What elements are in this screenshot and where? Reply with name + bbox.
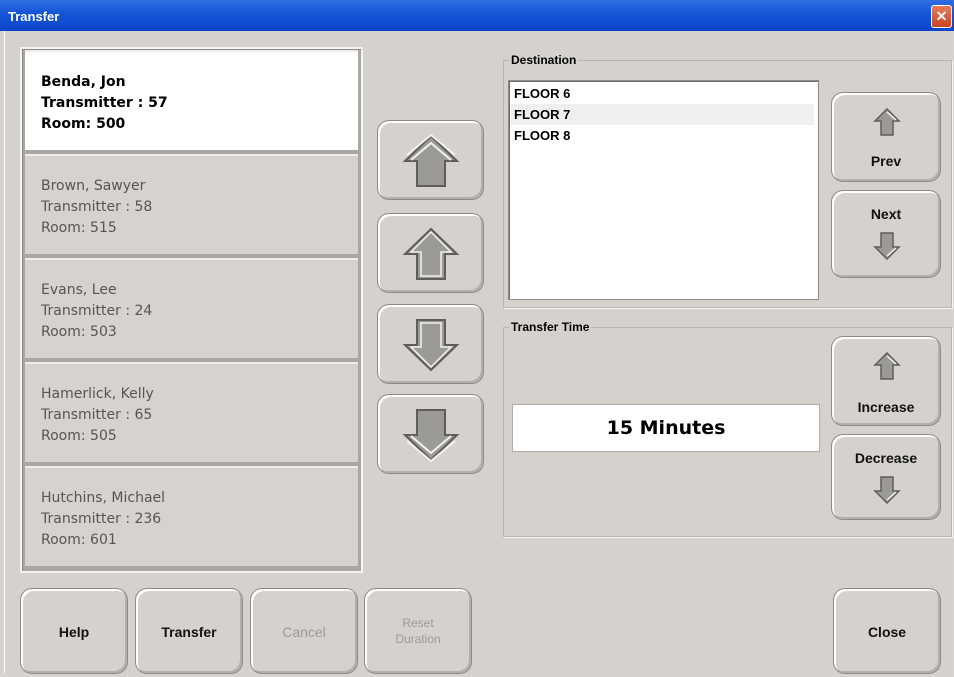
patient-name: Brown, Sawyer xyxy=(41,178,146,194)
down-button[interactable] xyxy=(377,304,484,384)
destination-item-selected[interactable]: FLOOR 7 xyxy=(511,104,814,125)
patient-room: Room: 503 xyxy=(41,324,117,340)
patient-transmitter: Transmitter : 236 xyxy=(41,511,162,527)
patient-item-evans[interactable]: Evans, Lee Transmitter : 24 Room: 503 xyxy=(25,258,358,358)
decrease-label: Decrease xyxy=(854,450,918,466)
patient-item-hutchins[interactable]: Hutchins, Michael Transmitter : 236 Room… xyxy=(25,466,358,566)
down-arrow-icon xyxy=(873,232,901,261)
double-down-arrow-icon xyxy=(402,409,459,463)
destination-title: Destination xyxy=(509,53,579,67)
double-up-arrow-icon xyxy=(402,133,459,187)
next-button[interactable]: Next xyxy=(831,190,941,278)
window-close-button[interactable]: ✕ xyxy=(931,5,952,28)
patient-list: Benda, Jon Transmitter : 57 Room: 500 Br… xyxy=(20,47,363,573)
patient-name: Benda, Jon xyxy=(41,74,126,90)
next-label: Next xyxy=(870,206,902,222)
reset-duration-label-line1: Reset xyxy=(402,616,434,630)
last-item-button[interactable] xyxy=(377,394,484,474)
cancel-button[interactable]: Cancel xyxy=(250,588,358,674)
patient-transmitter: Transmitter : 24 xyxy=(41,303,153,319)
patient-transmitter: Transmitter : 58 xyxy=(41,199,153,215)
transfer-window: Transfer ✕ Benda, Jon Transmitter : 57 R… xyxy=(0,0,954,677)
transfer-time-display: 15 Minutes xyxy=(512,404,820,452)
patient-room: Room: 505 xyxy=(41,428,117,444)
transfer-time-title: Transfer Time xyxy=(509,320,592,334)
down-arrow-icon xyxy=(402,319,459,372)
prev-button[interactable]: Prev xyxy=(831,92,941,182)
prev-label: Prev xyxy=(870,153,902,169)
patient-item-hamerlick[interactable]: Hamerlick, Kelly Transmitter : 65 Room: … xyxy=(25,362,358,462)
patient-name: Hutchins, Michael xyxy=(41,490,166,506)
window-title: Transfer xyxy=(8,9,60,24)
destination-list[interactable]: FLOOR 6 FLOOR 7 FLOOR 8 xyxy=(508,80,819,300)
destination-item[interactable]: FLOOR 8 xyxy=(511,125,814,146)
reset-duration-button[interactable]: Reset Duration xyxy=(364,588,472,674)
help-button[interactable]: Help xyxy=(20,588,128,674)
patient-name: Evans, Lee xyxy=(41,282,117,298)
first-item-button[interactable] xyxy=(377,120,484,200)
patient-transmitter: Transmitter : 65 xyxy=(41,407,153,423)
increase-label: Increase xyxy=(857,399,915,415)
title-bar: Transfer ✕ xyxy=(0,0,954,31)
close-button[interactable]: Close xyxy=(833,588,941,674)
up-arrow-icon xyxy=(402,227,459,280)
up-button[interactable] xyxy=(377,213,484,293)
patient-room: Room: 601 xyxy=(41,532,117,548)
patient-transmitter: Transmitter : 57 xyxy=(41,95,168,111)
decrease-button[interactable]: Decrease xyxy=(831,434,941,520)
up-arrow-icon xyxy=(873,351,901,380)
patient-room: Room: 515 xyxy=(41,220,117,236)
up-arrow-icon xyxy=(873,107,901,136)
reset-duration-label-line2: Duration xyxy=(395,632,441,646)
patient-name: Hamerlick, Kelly xyxy=(41,386,154,402)
patient-item-benda[interactable]: Benda, Jon Transmitter : 57 Room: 500 xyxy=(25,50,358,150)
transfer-button[interactable]: Transfer xyxy=(135,588,243,674)
down-arrow-icon xyxy=(873,476,901,505)
patient-room: Room: 500 xyxy=(41,116,126,132)
destination-item[interactable]: FLOOR 6 xyxy=(511,83,814,104)
increase-button[interactable]: Increase xyxy=(831,336,941,426)
patient-item-brown[interactable]: Brown, Sawyer Transmitter : 58 Room: 515 xyxy=(25,154,358,254)
